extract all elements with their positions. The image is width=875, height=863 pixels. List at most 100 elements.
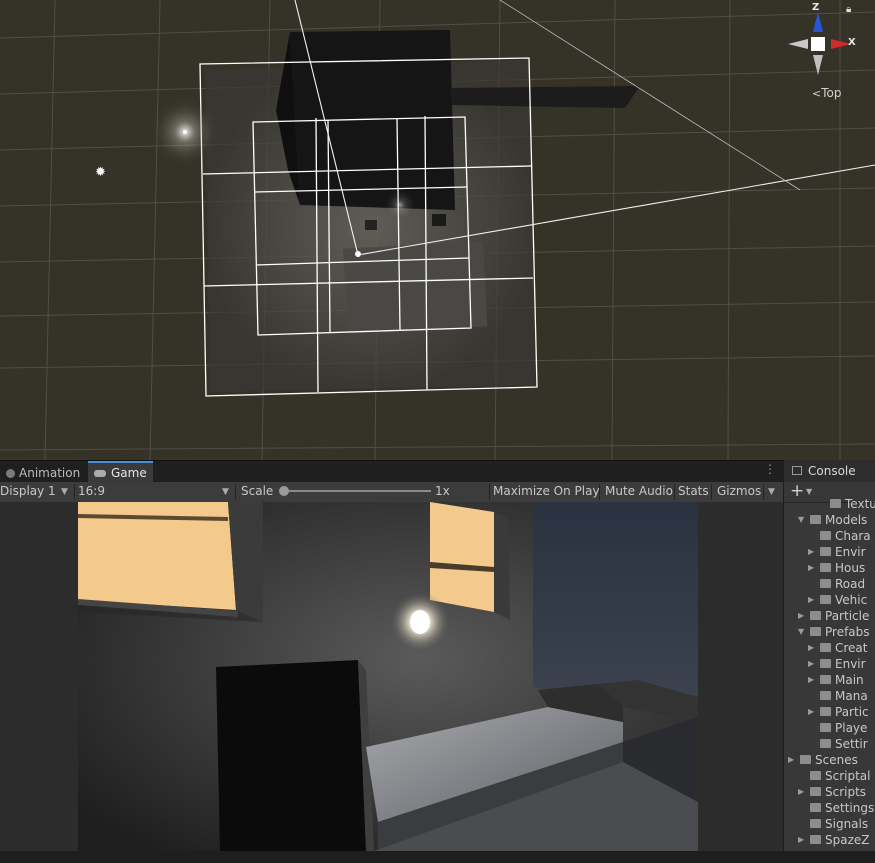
tree-item[interactable]: Signals xyxy=(798,816,875,832)
chevron-right-icon[interactable]: ▶ xyxy=(798,608,808,624)
chevron-right-icon[interactable]: ▶ xyxy=(808,560,818,576)
tree-item-label: Settings xyxy=(825,801,875,815)
add-button[interactable]: + xyxy=(790,481,804,501)
chevron-right-icon[interactable]: ▶ xyxy=(798,832,808,848)
mute-audio-toggle[interactable]: Mute Audio xyxy=(605,482,673,502)
scale-label: Scale xyxy=(241,484,274,498)
tree-item-label: Settir xyxy=(835,737,868,751)
chevron-right-icon[interactable]: ▶ xyxy=(788,752,798,768)
tree-item[interactable]: ▶ Creat xyxy=(808,640,875,656)
tree-item[interactable]: ▶ Envir xyxy=(808,544,875,560)
project-panel: Console + ▼ Textu ▼ Models Chara ▶ Envir ▶ Hous… xyxy=(783,460,875,851)
folder-icon xyxy=(810,627,821,636)
animation-icon xyxy=(6,469,15,478)
aspect-dropdown[interactable]: 16:9 xyxy=(78,482,105,502)
chevron-right-icon[interactable]: ▶ xyxy=(798,784,808,800)
tree-item[interactable]: ▶ SpazeZ xyxy=(798,832,875,848)
scale-slider-track[interactable] xyxy=(283,490,431,492)
panel-menu-icon[interactable]: ⋮ xyxy=(764,462,776,476)
game-toolbar: Display 1 ▼ 16:9 ▼ Scale 1x Maximize On … xyxy=(0,482,783,503)
tree-item-label: Models xyxy=(825,513,868,527)
tree-item[interactable]: ▶ Envir xyxy=(808,656,875,672)
chevron-down-icon: ▼ xyxy=(61,487,68,497)
folder-icon xyxy=(810,819,821,828)
chevron-right-icon[interactable]: ▶ xyxy=(808,672,818,688)
tree-item-label: Vehic xyxy=(835,593,868,607)
scale-slider-thumb[interactable] xyxy=(279,486,289,496)
folder-icon xyxy=(820,531,831,540)
gizmos-toggle[interactable]: Gizmos xyxy=(717,482,761,502)
light-icon[interactable]: ✹ xyxy=(95,165,106,180)
tab-animation[interactable]: Animation xyxy=(0,463,86,483)
scene-view[interactable]: ✹ Z X 🔒︎ <Top xyxy=(0,0,875,460)
tree-item[interactable]: ▶ Scripts xyxy=(798,784,875,800)
tree-item-label: SpazeZ xyxy=(825,833,870,847)
tree-item-label: Textu xyxy=(845,497,875,511)
chevron-right-icon[interactable]: ▶ xyxy=(808,640,818,656)
chevron-right-icon[interactable]: ▶ xyxy=(808,592,818,608)
folder-icon xyxy=(820,563,831,572)
folder-icon xyxy=(810,771,821,780)
chevron-down-icon: ▼ xyxy=(222,487,229,497)
folder-icon xyxy=(820,691,831,700)
chevron-down-icon[interactable]: ▼ xyxy=(798,512,808,528)
tree-item[interactable]: Mana xyxy=(808,688,875,704)
tree-item-label: Playe xyxy=(835,721,868,735)
view-mode-label[interactable]: <Top xyxy=(812,86,841,100)
stats-toggle[interactable]: Stats xyxy=(678,482,709,502)
chevron-right-icon[interactable]: ▶ xyxy=(808,704,818,720)
tree-item[interactable]: Chara xyxy=(808,528,875,544)
folder-icon xyxy=(820,643,831,652)
tree-item[interactable]: ▶ Hous xyxy=(808,560,875,576)
tree-item[interactable]: ▶ Vehic xyxy=(808,592,875,608)
tree-item-label: Envir xyxy=(835,657,866,671)
tree-item-label: Road xyxy=(835,577,866,591)
tree-item[interactable]: Playe xyxy=(808,720,875,736)
folder-icon xyxy=(820,739,831,748)
folder-icon xyxy=(820,579,831,588)
folder-icon xyxy=(830,499,841,508)
tree-item-label: Signals xyxy=(825,817,869,831)
tree-item-label: Particle xyxy=(825,609,870,623)
panel-tab-bar: Animation Game xyxy=(0,460,875,485)
tree-item[interactable]: ▶ Particle xyxy=(798,608,875,624)
scene-canvas xyxy=(0,0,875,460)
tree-item-label: Mana xyxy=(835,689,868,703)
tree-item[interactable]: ▶ Partic xyxy=(808,704,875,720)
tree-item-label: Partic xyxy=(835,705,869,719)
game-view[interactable] xyxy=(78,502,698,851)
tree-item[interactable]: Road xyxy=(808,576,875,592)
folder-icon xyxy=(810,835,821,844)
folder-icon xyxy=(820,595,831,604)
tree-item-label: Scenes xyxy=(815,753,858,767)
tree-item[interactable]: ▶ Scenes xyxy=(788,752,875,768)
tree-item[interactable]: ▼ Prefabs xyxy=(798,624,875,640)
tab-console[interactable]: Console xyxy=(784,460,875,482)
tree-item[interactable]: Settir xyxy=(808,736,875,752)
tree-item[interactable]: Textu xyxy=(818,496,875,512)
tree-item-label: Prefabs xyxy=(825,625,870,639)
chevron-down-icon[interactable]: ▼ xyxy=(798,624,808,640)
tree-item-label: Main xyxy=(835,673,864,687)
maximize-on-play-toggle[interactable]: Maximize On Play xyxy=(493,482,600,502)
chevron-right-icon[interactable]: ▶ xyxy=(808,544,818,560)
folder-icon xyxy=(800,755,811,764)
chevron-right-icon[interactable]: ▶ xyxy=(808,656,818,672)
folder-icon xyxy=(810,515,821,524)
tree-item-label: Scripts xyxy=(825,785,867,799)
gizmo-x-label: X xyxy=(848,37,856,48)
tree-item-label: Creat xyxy=(835,641,868,655)
chevron-left-icon: < xyxy=(812,87,822,100)
tree-item-label: Chara xyxy=(835,529,871,543)
display-dropdown[interactable]: Display 1 xyxy=(0,482,56,502)
tree-item[interactable]: Settings xyxy=(798,800,875,816)
folder-icon xyxy=(820,659,831,668)
tree-item[interactable]: ▶ Main xyxy=(808,672,875,688)
tree-item[interactable]: ▼ Models xyxy=(798,512,875,528)
lock-icon[interactable]: 🔒︎ xyxy=(846,4,851,15)
gizmo-z-label: Z xyxy=(812,2,820,13)
tree-item[interactable]: Scriptal xyxy=(798,768,875,784)
status-bar xyxy=(0,851,875,863)
chevron-down-icon[interactable]: ▼ xyxy=(806,487,812,496)
chevron-down-icon[interactable]: ▼ xyxy=(768,482,775,502)
